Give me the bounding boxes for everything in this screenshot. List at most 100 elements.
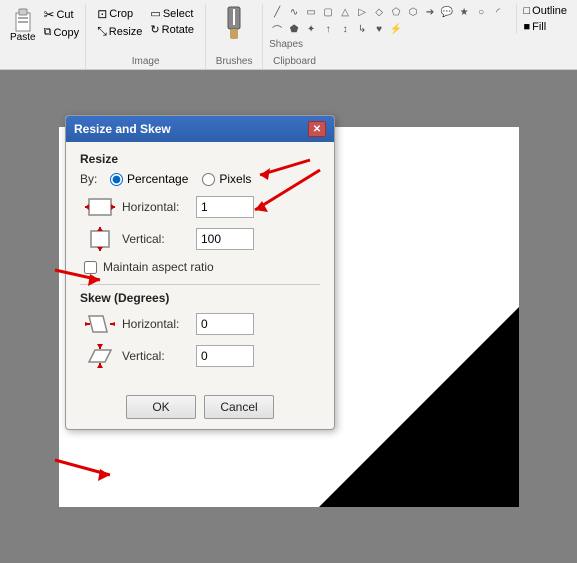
fill-label: Fill (532, 21, 546, 33)
pixels-radio-label[interactable]: Pixels (202, 172, 251, 186)
copy-icon: ⧉ (44, 26, 52, 39)
crop-button[interactable]: ⊡ Crop (95, 6, 144, 22)
aspect-ratio-checkbox[interactable] (84, 261, 97, 274)
cut-button[interactable]: ✂ Cut (42, 6, 82, 24)
copy-button[interactable]: ⧉ Copy (42, 25, 82, 40)
skew-section-label: Skew (Degrees) (80, 291, 320, 305)
cut-copy-group: ✂ Cut ⧉ Copy (42, 6, 82, 40)
fill-button[interactable]: ■ Fill (521, 20, 569, 34)
dialog-title-bar: Resize and Skew ✕ (66, 116, 334, 142)
select-label: Select (163, 8, 194, 20)
outline-icon: □ (523, 5, 530, 17)
cut-icon: ✂ (44, 7, 55, 23)
horizontal-resize-row: Horizontal: 1 (80, 194, 320, 220)
horizontal-skew-icon (84, 311, 116, 337)
dialog-title: Resize and Skew (74, 122, 171, 136)
shape-arc[interactable]: ◜ (490, 4, 506, 20)
select-rotate-area: ▭ Select ↻ Rotate (148, 6, 196, 37)
radio-group: Percentage Pixels (110, 172, 251, 186)
horizontal-resize-icon (84, 194, 116, 220)
dialog-body: Resize By: Percentage Pixels (66, 142, 334, 387)
copy-label: Copy (53, 27, 79, 39)
horizontal-resize-input[interactable]: 1 (196, 196, 254, 218)
image-label: Image (86, 56, 205, 67)
vertical-skew-input[interactable]: 0 (196, 345, 254, 367)
shape-line[interactable]: ╱ (269, 4, 285, 20)
resize-skew-dialog[interactable]: Resize and Skew ✕ Resize By: Percentage … (65, 115, 335, 430)
dialog-footer: OK Cancel (66, 387, 334, 429)
shapes-label: Shapes (269, 39, 569, 50)
vertical-skew-icon (84, 343, 116, 369)
canvas-decoration (319, 307, 519, 507)
select-icon: ▭ (150, 7, 160, 20)
brushes-group: Brushes (206, 4, 263, 69)
shape-lightning[interactable]: ⚡ (388, 21, 404, 37)
shape-arrow-corner[interactable]: ↳ (354, 21, 370, 37)
paste-label: Paste (10, 32, 36, 43)
paste-button[interactable]: Paste (6, 6, 40, 45)
vertical-resize-icon (84, 226, 116, 252)
shapes-grid: ╱ ∿ ▭ ▢ △ ▷ ◇ ⬠ ⬡ ➔ 💬 ★ ○ ◜ ⌒ ⬟ ✦ ↑ ↕ (269, 4, 512, 37)
shape-arrow-up[interactable]: ↑ (320, 21, 336, 37)
ok-button[interactable]: OK (126, 395, 196, 419)
shape-4pt[interactable]: ✦ (303, 21, 319, 37)
shape-roundrect[interactable]: ▢ (320, 4, 336, 20)
pixels-label: Pixels (219, 172, 251, 186)
aspect-ratio-row: Maintain aspect ratio (84, 260, 320, 274)
shape-star[interactable]: ★ (456, 4, 472, 20)
shape-curved[interactable]: ⌒ (269, 21, 285, 37)
vertical-skew-row: Vertical: 0 (80, 343, 320, 369)
pixels-radio[interactable] (202, 173, 215, 186)
rotate-button[interactable]: ↻ Rotate (148, 22, 196, 37)
shape-callout[interactable]: 💬 (439, 4, 455, 20)
canvas-area: Resize and Skew ✕ Resize By: Percentage … (0, 70, 577, 563)
fill-icon: ■ (523, 21, 530, 33)
divider (80, 284, 320, 285)
paste-icon (11, 8, 35, 32)
crop-resize-area: ⊡ Crop ⤡ Resize (95, 6, 144, 40)
shape-hexagon[interactable]: ⬡ (405, 4, 421, 20)
resize-button[interactable]: ⤡ Resize (95, 23, 144, 40)
horizontal-skew-input[interactable]: 0 (196, 313, 254, 335)
shape-arrow-bi[interactable]: ↕ (337, 21, 353, 37)
shape-poly[interactable]: ⬟ (286, 21, 302, 37)
shape-rect[interactable]: ▭ (303, 4, 319, 20)
percentage-radio-label[interactable]: Percentage (110, 172, 188, 186)
by-label: By: (80, 172, 100, 186)
outline-label: Outline (532, 5, 567, 17)
rotate-label: Rotate (162, 24, 194, 36)
aspect-ratio-label: Maintain aspect ratio (103, 260, 214, 274)
vertical-resize-label: Vertical: (122, 232, 196, 246)
vertical-skew-label: Vertical: (122, 349, 196, 363)
shape-diamond[interactable]: ◇ (371, 4, 387, 20)
horizontal-resize-label: Horizontal: (122, 200, 196, 214)
shape-arrow-right[interactable]: ➔ (422, 4, 438, 20)
dialog-close-button[interactable]: ✕ (308, 121, 326, 137)
percentage-radio[interactable] (110, 173, 123, 186)
shape-heart[interactable]: ♥ (371, 21, 387, 37)
horizontal-skew-label: Horizontal: (122, 317, 196, 331)
crop-label: Crop (109, 8, 133, 20)
ribbon: Paste ✂ Cut ⧉ Copy Clipboard ⊡ Crop (0, 0, 577, 70)
cut-label: Cut (56, 9, 73, 21)
outline-button[interactable]: □ Outline (521, 4, 569, 18)
shape-triangle-up[interactable]: △ (337, 4, 353, 20)
clipboard-group: Paste ✂ Cut ⧉ Copy Clipboard (2, 4, 86, 69)
vertical-resize-input[interactable]: 100 (196, 228, 254, 250)
select-button[interactable]: ▭ Select (148, 6, 196, 21)
brushes-icon (214, 4, 254, 44)
shape-pentagon[interactable]: ⬠ (388, 4, 404, 20)
outline-fill-area: □ Outline ■ Fill (516, 4, 569, 34)
rotate-icon: ↻ (150, 23, 159, 36)
crop-icon: ⊡ (97, 7, 107, 21)
cancel-button[interactable]: Cancel (204, 395, 274, 419)
horizontal-skew-row: Horizontal: 0 (80, 311, 320, 337)
shape-triangle-down[interactable]: ▷ (354, 4, 370, 20)
shape-ellipse[interactable]: ○ (473, 4, 489, 20)
by-row: By: Percentage Pixels (80, 172, 320, 186)
percentage-label: Percentage (127, 172, 188, 186)
resize-label: Resize (109, 26, 143, 38)
resize-section-label: Resize (80, 152, 320, 166)
brushes-label: Brushes (206, 56, 262, 67)
shape-wave[interactable]: ∿ (286, 4, 302, 20)
